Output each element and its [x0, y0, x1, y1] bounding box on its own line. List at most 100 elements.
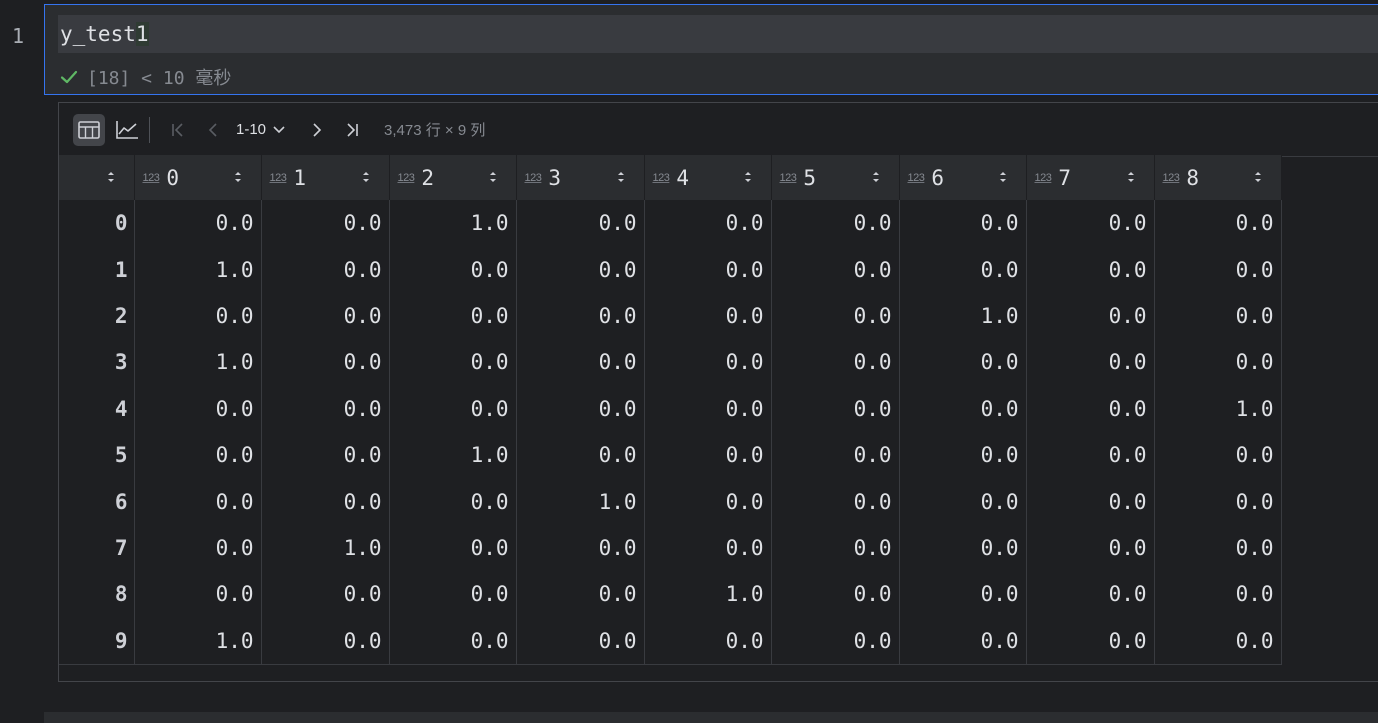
sort-icon[interactable]	[488, 169, 498, 185]
chart-view-button[interactable]	[111, 114, 143, 146]
table-cell[interactable]: 0.0	[516, 524, 645, 572]
table-cell[interactable]: 0.0	[134, 200, 262, 247]
table-cell[interactable]: 1.0	[899, 292, 1027, 340]
column-header-1[interactable]: 123 1	[261, 155, 390, 200]
table-cell[interactable]: 0.0	[134, 385, 262, 432]
table-cell[interactable]: 0.0	[1026, 524, 1155, 572]
table-cell[interactable]: 0.0	[899, 571, 1027, 618]
table-cell[interactable]: 0.0	[261, 478, 390, 525]
table-cell[interactable]: 0.0	[899, 200, 1027, 247]
table-cell[interactable]: 1.0	[261, 524, 390, 572]
table-cell[interactable]: 1.0	[134, 246, 262, 293]
table-cell[interactable]: 0.0	[771, 339, 900, 386]
table-cell[interactable]: 0.0	[1026, 431, 1155, 479]
table-cell[interactable]: 0.0	[1154, 200, 1282, 247]
table-cell[interactable]: 0.0	[516, 339, 645, 386]
table-cell[interactable]: 0.0	[516, 431, 645, 479]
table-cell[interactable]: 0.0	[389, 292, 517, 340]
table-cell[interactable]: 0.0	[771, 571, 900, 618]
table-cell[interactable]: 0.0	[134, 571, 262, 618]
table-cell[interactable]: 0.0	[899, 339, 1027, 386]
table-cell[interactable]: 0.0	[389, 524, 517, 572]
table-cell[interactable]: 0.0	[771, 292, 900, 340]
table-cell[interactable]: 0.0	[1026, 385, 1155, 432]
column-header-4[interactable]: 123 4	[644, 155, 772, 200]
next-page-button[interactable]	[298, 114, 334, 146]
table-cell[interactable]: 1.0	[389, 431, 517, 479]
table-cell[interactable]: 0.0	[644, 246, 772, 293]
column-header-7[interactable]: 123 7	[1026, 155, 1155, 200]
table-cell[interactable]: 0.0	[261, 246, 390, 293]
table-cell[interactable]: 0.0	[261, 385, 390, 432]
column-header-3[interactable]: 123 3	[516, 155, 645, 200]
table-cell[interactable]: 1.0	[1154, 385, 1282, 432]
table-cell[interactable]: 0.0	[261, 200, 390, 247]
code-editor-text[interactable]: y_test1	[60, 22, 149, 46]
table-cell[interactable]: 0.0	[771, 431, 900, 479]
table-cell[interactable]: 0.0	[389, 617, 517, 665]
table-cell[interactable]: 0.0	[899, 617, 1027, 665]
table-cell[interactable]: 0.0	[261, 617, 390, 665]
table-cell[interactable]: 0.0	[899, 385, 1027, 432]
table-cell[interactable]: 0.0	[644, 478, 772, 525]
table-cell[interactable]: 0.0	[389, 246, 517, 293]
table-cell[interactable]: 0.0	[1154, 292, 1282, 340]
table-cell[interactable]: 0.0	[1026, 478, 1155, 525]
table-cell[interactable]: 0.0	[261, 339, 390, 386]
table-cell[interactable]: 1.0	[389, 200, 517, 247]
table-cell[interactable]: 0.0	[261, 431, 390, 479]
column-header-0[interactable]: 123 0	[134, 155, 262, 200]
table-cell[interactable]: 0.0	[516, 385, 645, 432]
sort-icon[interactable]	[871, 169, 881, 185]
table-cell[interactable]: 0.0	[771, 524, 900, 572]
table-cell[interactable]: 0.0	[1154, 339, 1282, 386]
table-cell[interactable]: 0.0	[899, 478, 1027, 525]
table-cell[interactable]: 0.0	[516, 292, 645, 340]
table-cell[interactable]: 0.0	[1154, 571, 1282, 618]
table-cell[interactable]: 0.0	[389, 385, 517, 432]
table-cell[interactable]: 0.0	[516, 246, 645, 293]
table-cell[interactable]: 0.0	[1026, 339, 1155, 386]
table-cell[interactable]: 0.0	[899, 431, 1027, 479]
code-cell[interactable]: y_test1 [18] < 10 毫秒	[44, 4, 1378, 95]
first-page-button[interactable]	[160, 114, 196, 146]
table-cell[interactable]: 0.0	[1026, 292, 1155, 340]
table-cell[interactable]: 0.0	[1154, 478, 1282, 525]
table-cell[interactable]: 0.0	[134, 431, 262, 479]
table-cell[interactable]: 0.0	[1026, 571, 1155, 618]
table-cell[interactable]: 0.0	[644, 617, 772, 665]
table-cell[interactable]: 0.0	[899, 246, 1027, 293]
table-cell[interactable]: 0.0	[516, 200, 645, 247]
code-line[interactable]: y_test1	[58, 15, 1378, 53]
table-cell[interactable]: 0.0	[1154, 431, 1282, 479]
table-cell[interactable]: 0.0	[771, 478, 900, 525]
table-cell[interactable]: 0.0	[261, 292, 390, 340]
table-cell[interactable]: 0.0	[644, 431, 772, 479]
table-cell[interactable]: 0.0	[1026, 617, 1155, 665]
table-cell[interactable]: 0.0	[389, 571, 517, 618]
table-cell[interactable]: 0.0	[644, 200, 772, 247]
table-cell[interactable]: 0.0	[1154, 617, 1282, 665]
table-cell[interactable]: 0.0	[771, 200, 900, 247]
table-cell[interactable]: 0.0	[1154, 524, 1282, 572]
column-header-2[interactable]: 123 2	[389, 155, 517, 200]
table-cell[interactable]: 0.0	[134, 478, 262, 525]
table-cell[interactable]: 0.0	[516, 617, 645, 665]
sort-icon[interactable]	[998, 169, 1008, 185]
sort-icon[interactable]	[743, 169, 753, 185]
table-cell[interactable]: 0.0	[644, 385, 772, 432]
sort-icon[interactable]	[616, 169, 626, 185]
table-cell[interactable]: 0.0	[134, 292, 262, 340]
table-cell[interactable]: 1.0	[644, 571, 772, 618]
sort-icon[interactable]	[361, 169, 371, 185]
table-view-button[interactable]	[73, 113, 105, 146]
sort-icon[interactable]	[106, 169, 116, 185]
table-cell[interactable]: 0.0	[389, 478, 517, 525]
table-cell[interactable]: 0.0	[1154, 246, 1282, 293]
page-range-dropdown[interactable]: 1-10	[236, 121, 286, 138]
table-cell[interactable]: 0.0	[899, 524, 1027, 572]
table-cell[interactable]: 0.0	[1026, 200, 1155, 247]
table-cell[interactable]: 0.0	[644, 292, 772, 340]
table-cell[interactable]: 0.0	[644, 524, 772, 572]
table-cell[interactable]: 0.0	[1026, 246, 1155, 293]
